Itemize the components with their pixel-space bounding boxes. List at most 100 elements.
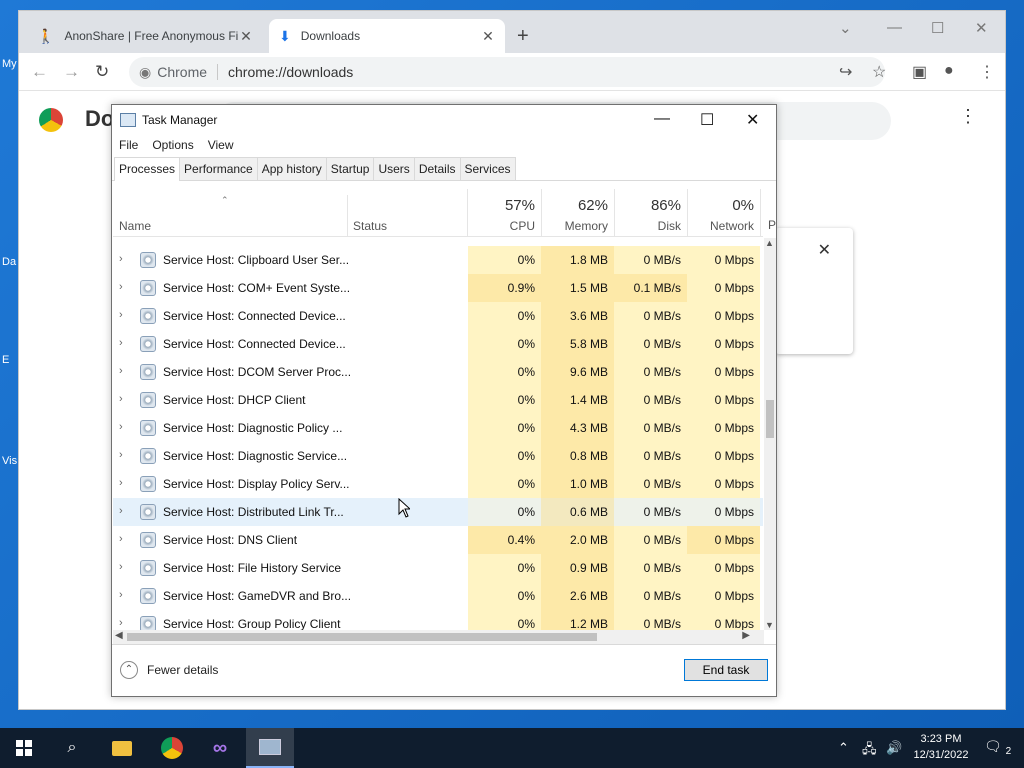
fewer-details-button[interactable]: ⌃ Fewer details [120,661,218,679]
expand-chevron-icon[interactable]: › [119,309,123,321]
column-divider[interactable] [760,189,761,236]
column-label: Memory [564,219,608,233]
table-row[interactable] [113,238,763,246]
side-panel-icon[interactable]: ▣ [912,62,927,82]
clock[interactable]: 3:23 PM 12/31/2022 [908,731,974,763]
expand-chevron-icon[interactable]: › [119,337,123,349]
table-row[interactable]: › Service Host: DNS Client 0.4% 2.0 MB 0 MB/… [113,526,763,554]
column-disk[interactable]: 86% Disk [614,189,687,237]
table-row[interactable]: › Service Host: Display Policy Serv... 0% 1… [113,470,763,498]
forward-icon[interactable]: → [63,62,80,82]
column-network[interactable]: 0% Network [687,189,760,237]
file-explorer-button[interactable] [98,728,146,768]
chevron-up-icon[interactable]: ⌃ [838,740,849,756]
task-manager-taskbar-button[interactable] [246,728,294,768]
share-icon[interactable]: ↪ [839,62,852,82]
expand-chevron-icon[interactable]: › [119,561,123,573]
table-row[interactable]: › Service Host: Clipboard User Ser... 0% 1.… [113,246,763,274]
desktop-icon-label[interactable]: Da [2,256,16,268]
close-icon[interactable]: ✕ [746,110,759,130]
minimize-icon[interactable]: — [887,19,902,36]
desktop-icon-label[interactable]: E [2,354,9,366]
table-row[interactable]: › Service Host: Distributed Link Tr... 0% 0… [113,498,763,526]
menu-options[interactable]: Options [152,138,193,152]
volume-icon[interactable]: 🔊 [886,740,902,756]
tab-search-icon[interactable]: ⌄ [839,19,852,37]
maximize-icon[interactable]: ☐ [931,19,944,37]
horizontal-scrollbar[interactable]: ◀ ▶ [113,630,764,644]
tab-performance[interactable]: Performance [179,157,258,180]
start-button[interactable] [0,728,48,768]
end-task-button[interactable]: End task [684,659,768,681]
back-icon[interactable]: ← [31,62,48,82]
scroll-thumb[interactable] [766,400,774,438]
expand-chevron-icon[interactable]: › [119,393,123,405]
scroll-thumb[interactable] [127,633,597,641]
new-tab-icon[interactable]: + [517,25,529,48]
address-bar[interactable]: ◉ Chrome chrome://downloads [129,57,885,87]
close-tab-icon[interactable]: ✕ [481,28,495,45]
window-title: Task Manager [142,113,218,127]
profile-icon[interactable]: ● [944,62,954,80]
table-row[interactable]: › Service Host: Connected Device... 0% 5.8 … [113,330,763,358]
table-row[interactable]: › Service Host: COM+ Event Syste... 0.9% 1.… [113,274,763,302]
scroll-down-icon[interactable]: ▼ [765,620,774,630]
cell-cpu: 0.4% [468,526,541,554]
table-row[interactable]: › Service Host: Diagnostic Service... 0% 0.… [113,442,763,470]
search-button[interactable]: ⌕ [48,728,96,768]
chrome-taskbar-button[interactable] [148,728,196,768]
table-row[interactable]: › Service Host: Connected Device... 0% 3.6 … [113,302,763,330]
close-tab-icon[interactable]: ✕ [239,28,253,45]
table-row[interactable]: › Service Host: GameDVR and Bro... 0% 2.6 M… [113,582,763,610]
tab-startup[interactable]: Startup [325,157,375,180]
tab-users[interactable]: Users [373,157,415,180]
desktop-icon-label[interactable]: My [2,58,17,70]
expand-chevron-icon[interactable]: › [119,617,123,629]
tab-anonshare[interactable]: 🚶 AnonShare | Free Anonymous Fi ✕ [27,19,263,53]
column-status[interactable]: Status [347,189,468,237]
tab-app-history[interactable]: App history [256,157,327,180]
expand-chevron-icon[interactable]: › [119,281,123,293]
menu-file[interactable]: File [119,138,138,152]
scroll-right-icon[interactable]: ▶ [742,630,750,641]
close-icon[interactable]: ✕ [975,19,988,37]
expand-chevron-icon[interactable]: › [119,253,123,265]
table-row[interactable]: › Service Host: DHCP Client 0% 1.4 MB 0 MB/s… [113,386,763,414]
notifications-button[interactable]: 🗨 2 [984,738,1011,757]
column-name[interactable]: Name [113,189,347,237]
more-options-icon[interactable]: ⋮ [959,106,977,127]
visual-studio-button[interactable]: ∞ [196,728,244,768]
bookmark-star-icon[interactable]: ☆ [872,62,886,82]
cell-cpu: 0% [468,386,541,414]
desktop-icon-label[interactable]: Vis [2,455,17,467]
reload-icon[interactable]: ↻ [95,62,109,82]
expand-chevron-icon[interactable]: › [119,421,123,433]
close-icon[interactable]: ✕ [818,240,831,260]
scroll-left-icon[interactable]: ◀ [115,630,123,641]
expand-chevron-icon[interactable]: › [119,365,123,377]
table-row[interactable]: › Service Host: Group Policy Client 0% 1.2 … [113,610,763,630]
vertical-scrollbar[interactable]: ▲ ▼ [764,238,776,630]
column-memory[interactable]: 62% Memory [541,189,614,237]
column-cpu[interactable]: 57% CPU [468,189,541,237]
table-row[interactable]: › Service Host: File History Service 0% 0.9… [113,554,763,582]
expand-chevron-icon[interactable]: › [119,477,123,489]
maximize-icon[interactable]: ☐ [700,110,714,130]
tab-downloads[interactable]: ⬇ Downloads ✕ [269,19,505,53]
cell-disk: 0 MB/s [614,498,687,526]
tab-services[interactable]: Services [459,157,516,180]
expand-chevron-icon[interactable]: › [119,449,123,461]
expand-chevron-icon[interactable]: › [119,505,123,517]
scroll-up-icon[interactable]: ▲ [765,238,774,248]
table-row[interactable]: › Service Host: DCOM Server Proc... 0% 9.6 … [113,358,763,386]
network-icon[interactable]: 🖧 [862,740,877,762]
table-row[interactable]: › Service Host: Diagnostic Policy ... 0% 4.… [113,414,763,442]
menu-view[interactable]: View [208,138,234,152]
expand-chevron-icon[interactable]: › [119,533,123,545]
tab-processes[interactable]: Processes [114,157,181,181]
minimize-icon[interactable]: — [654,110,670,128]
tab-details[interactable]: Details [413,157,461,180]
expand-chevron-icon[interactable]: › [119,589,123,601]
process-name: Service Host: Clipboard User Ser... [163,253,350,267]
chrome-menu-icon[interactable]: ⋮ [979,62,995,82]
